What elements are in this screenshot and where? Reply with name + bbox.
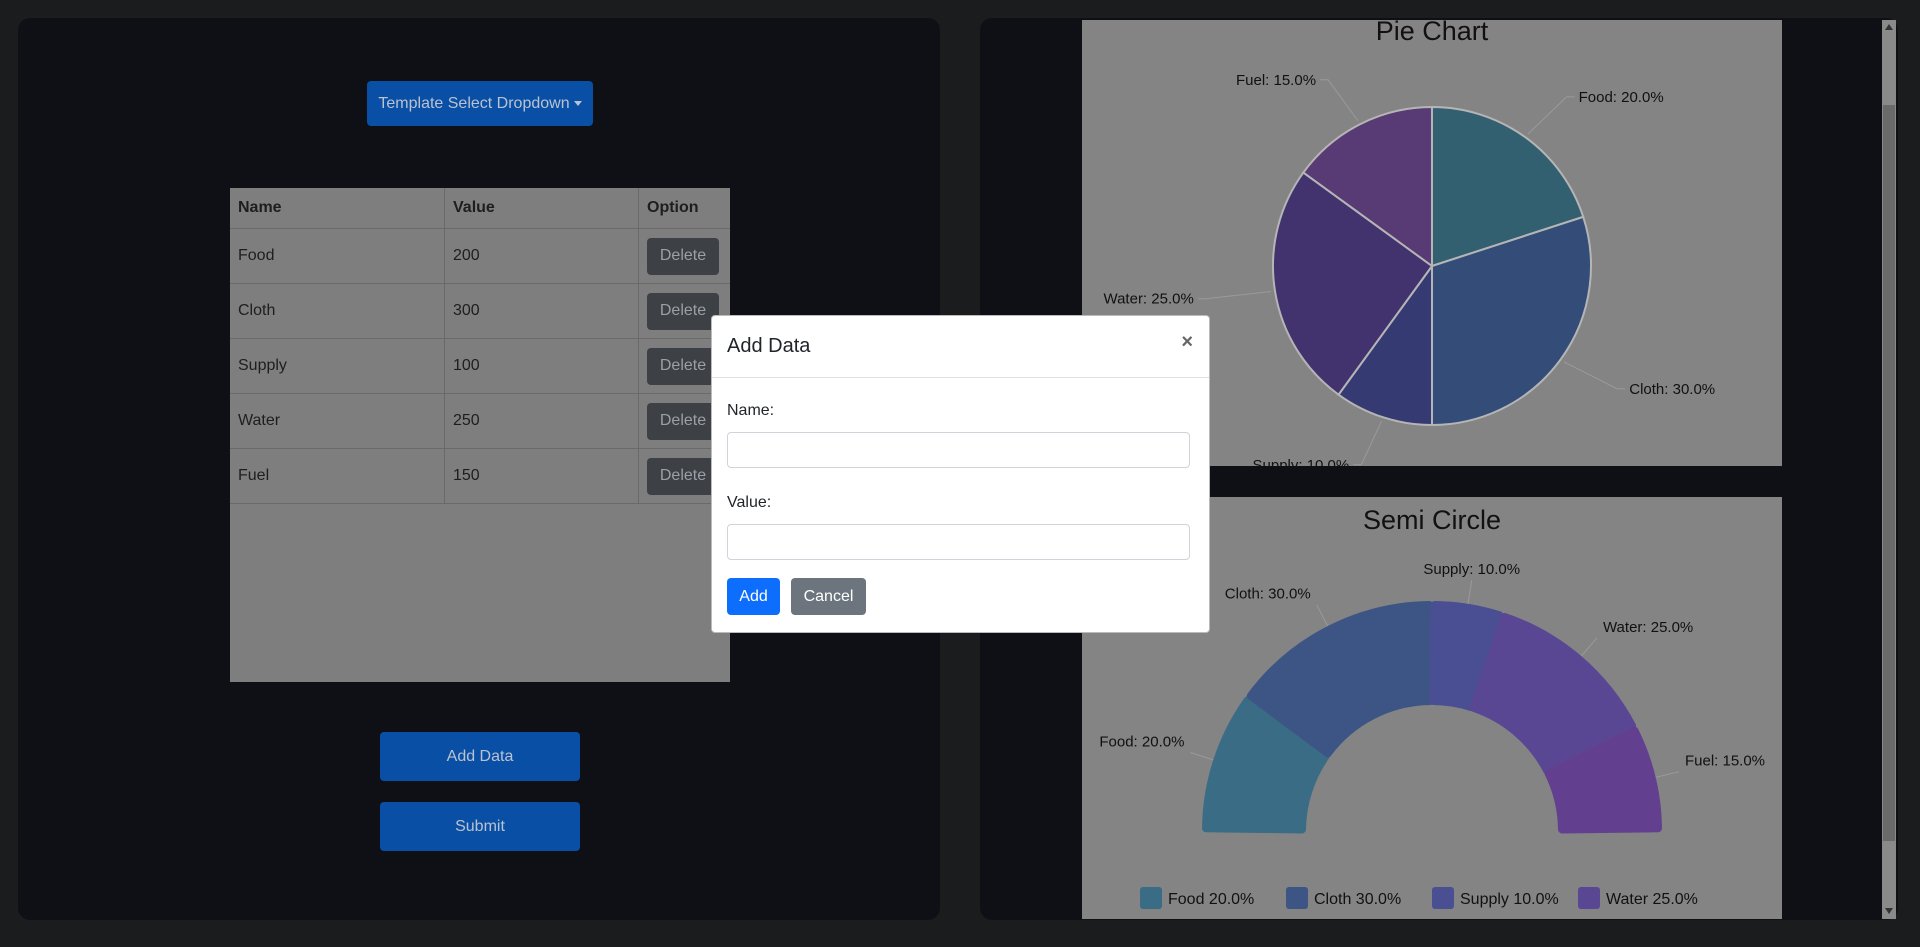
- header-option: Option: [638, 188, 730, 229]
- data-table-container: Name Value Option Food 200 Delete Cloth …: [230, 188, 730, 682]
- pie-data-label-fuel: Fuel: 15.0%: [1236, 72, 1316, 89]
- header-name: Name: [230, 188, 445, 229]
- delete-button[interactable]: Delete: [647, 237, 719, 275]
- row-name: Water: [230, 393, 445, 449]
- pie-connector-supply: [1353, 420, 1383, 466]
- semi-connector-water: [1580, 637, 1598, 657]
- pie-connector-food: [1527, 96, 1575, 135]
- modal-header: Add Data ×: [712, 316, 1209, 378]
- scroll-down-icon[interactable]: [1885, 908, 1893, 914]
- pie-connector-fuel: [1320, 79, 1359, 122]
- value-field[interactable]: [727, 524, 1190, 560]
- legend-swatch-cloth[interactable]: [1286, 887, 1308, 909]
- close-icon[interactable]: ×: [1181, 331, 1193, 354]
- pie-data-label-food: Food: 20.0%: [1579, 89, 1664, 106]
- semi-data-label-fuel: Fuel: 15.0%: [1685, 753, 1765, 770]
- table-row: Supply 100 Delete: [230, 338, 730, 394]
- legend-swatch-food[interactable]: [1140, 887, 1162, 909]
- row-name: Fuel: [230, 448, 445, 504]
- scroll-up-icon[interactable]: [1885, 24, 1893, 30]
- scrollbar-thumb[interactable]: [1883, 105, 1895, 841]
- row-name: Supply: [230, 338, 445, 394]
- pie-data-label-supply: Supply: 10.0%: [1253, 457, 1350, 466]
- delete-button[interactable]: Delete: [647, 347, 719, 385]
- semi-data-label-cloth: Cloth: 30.0%: [1225, 586, 1311, 603]
- table-header-row: Name Value Option: [230, 188, 730, 229]
- pie-connector-cloth: [1563, 361, 1626, 390]
- semi-connector-cloth: [1316, 604, 1329, 627]
- legend-swatch-water[interactable]: [1578, 887, 1600, 909]
- legend-label-cloth[interactable]: Cloth 30.0%: [1314, 891, 1401, 908]
- row-value: 300: [444, 283, 639, 339]
- add-data-button[interactable]: Add Data: [380, 732, 580, 781]
- pie-data-label-cloth: Cloth: 30.0%: [1629, 381, 1715, 398]
- modal-add-button[interactable]: Add: [727, 578, 780, 615]
- modal-title: Add Data: [727, 335, 811, 357]
- legend-label-water[interactable]: Water 25.0%: [1606, 891, 1698, 908]
- row-name: Cloth: [230, 283, 445, 339]
- semi-data-label-supply: Supply: 10.0%: [1423, 561, 1520, 578]
- row-name: Food: [230, 228, 445, 284]
- row-value: 150: [444, 448, 639, 504]
- name-label: Name:: [727, 402, 775, 419]
- row-value: 200: [444, 228, 639, 284]
- delete-button[interactable]: Delete: [647, 292, 719, 330]
- caret-down-icon: [573, 101, 582, 106]
- value-label: Value:: [727, 494, 772, 511]
- pie-data-label-water: Water: 25.0%: [1103, 291, 1193, 308]
- delete-button[interactable]: Delete: [647, 457, 719, 495]
- row-value: 100: [444, 338, 639, 394]
- table-row: Fuel 150 Delete: [230, 448, 730, 504]
- submit-button[interactable]: Submit: [380, 802, 580, 851]
- semi-data-label-water: Water: 25.0%: [1603, 619, 1693, 636]
- dropdown-label: Template Select Dropdown: [378, 94, 570, 112]
- name-field[interactable]: [727, 432, 1190, 468]
- template-select-dropdown[interactable]: Template Select Dropdown: [367, 81, 593, 126]
- row-value: 250: [444, 393, 639, 449]
- delete-button[interactable]: Delete: [647, 402, 719, 440]
- table-row: Water 250 Delete: [230, 393, 730, 449]
- semi-data-label-food: Food: 20.0%: [1099, 734, 1184, 751]
- modal-cancel-button[interactable]: Cancel: [791, 578, 866, 615]
- header-value: Value: [444, 188, 639, 229]
- legend-swatch-supply[interactable]: [1432, 887, 1454, 909]
- semi-connector-supply: [1467, 580, 1473, 604]
- semi-connector-food: [1190, 752, 1214, 761]
- data-table: Name Value Option Food 200 Delete Cloth …: [230, 188, 730, 504]
- legend-label-food[interactable]: Food 20.0%: [1168, 891, 1254, 908]
- table-row: Food 200 Delete: [230, 228, 730, 284]
- add-data-modal: Add Data × Name: Value: Add Cancel: [711, 315, 1210, 633]
- pie-connector-water: [1197, 291, 1272, 300]
- table-row: Cloth 300 Delete: [230, 283, 730, 339]
- semi-connector-fuel: [1655, 771, 1680, 778]
- legend-label-supply[interactable]: Supply 10.0%: [1460, 891, 1559, 908]
